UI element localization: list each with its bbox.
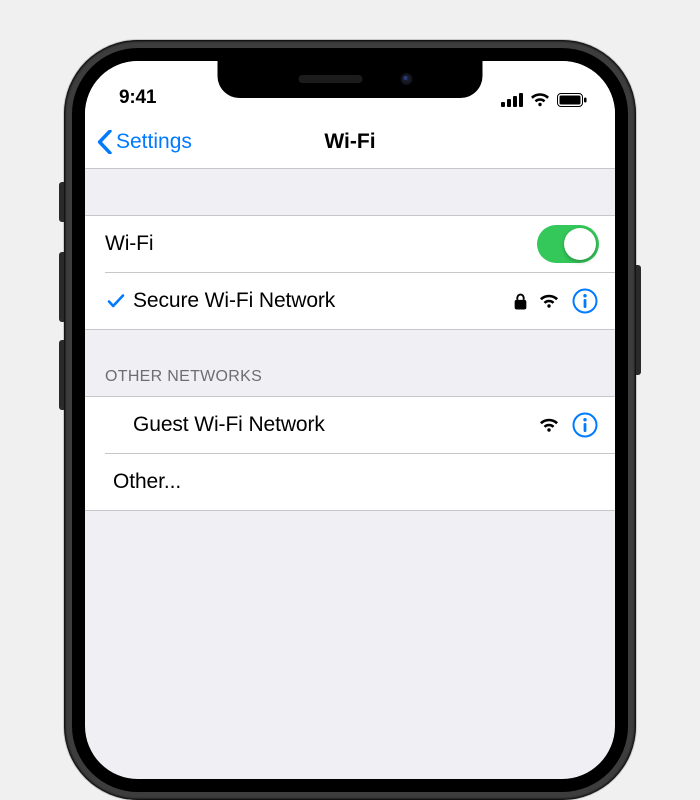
back-label: Settings xyxy=(116,130,192,154)
network-row[interactable]: Guest Wi-Fi Network xyxy=(85,397,615,453)
connected-network-name: Secure Wi-Fi Network xyxy=(133,289,514,313)
cellular-signal-icon xyxy=(501,93,523,107)
section-gap xyxy=(85,169,615,215)
phone-frame: 9:41 xyxy=(64,40,636,800)
connected-network-row[interactable]: Secure Wi-Fi Network xyxy=(105,272,615,329)
nav-bar: Settings Wi-Fi xyxy=(85,115,615,169)
checkmark-icon xyxy=(106,291,126,311)
wifi-switch[interactable] xyxy=(537,225,599,263)
screen: 9:41 xyxy=(85,61,615,779)
network-name: Guest Wi-Fi Network xyxy=(133,413,539,437)
other-network-label: Other... xyxy=(113,470,599,494)
other-network-row[interactable]: Other... xyxy=(105,453,615,510)
battery-status-icon xyxy=(557,93,587,107)
status-clock: 9:41 xyxy=(119,87,156,109)
wifi-signal-icon xyxy=(539,418,559,433)
network-info-button[interactable] xyxy=(571,411,599,439)
notch xyxy=(218,61,483,98)
back-button[interactable]: Settings xyxy=(85,130,192,154)
lock-icon xyxy=(514,293,527,310)
wifi-main-group: Wi-Fi Secure Wi-Fi Network xyxy=(85,215,615,330)
volume-up-button xyxy=(59,252,64,322)
other-networks-group: Guest Wi-Fi Network xyxy=(85,396,615,511)
chevron-left-icon xyxy=(97,130,112,154)
volume-down-button xyxy=(59,340,64,410)
front-camera xyxy=(400,73,412,85)
speaker-grill xyxy=(298,75,362,83)
info-icon xyxy=(572,288,598,314)
wifi-signal-icon xyxy=(539,294,559,309)
side-button xyxy=(636,265,641,375)
info-icon xyxy=(572,412,598,438)
network-info-button[interactable] xyxy=(571,287,599,315)
wifi-toggle-row[interactable]: Wi-Fi xyxy=(85,216,615,272)
mute-switch xyxy=(59,182,64,222)
wifi-status-icon xyxy=(530,93,550,107)
wifi-toggle-label: Wi-Fi xyxy=(105,232,537,256)
other-networks-header: Other Networks xyxy=(85,330,615,396)
